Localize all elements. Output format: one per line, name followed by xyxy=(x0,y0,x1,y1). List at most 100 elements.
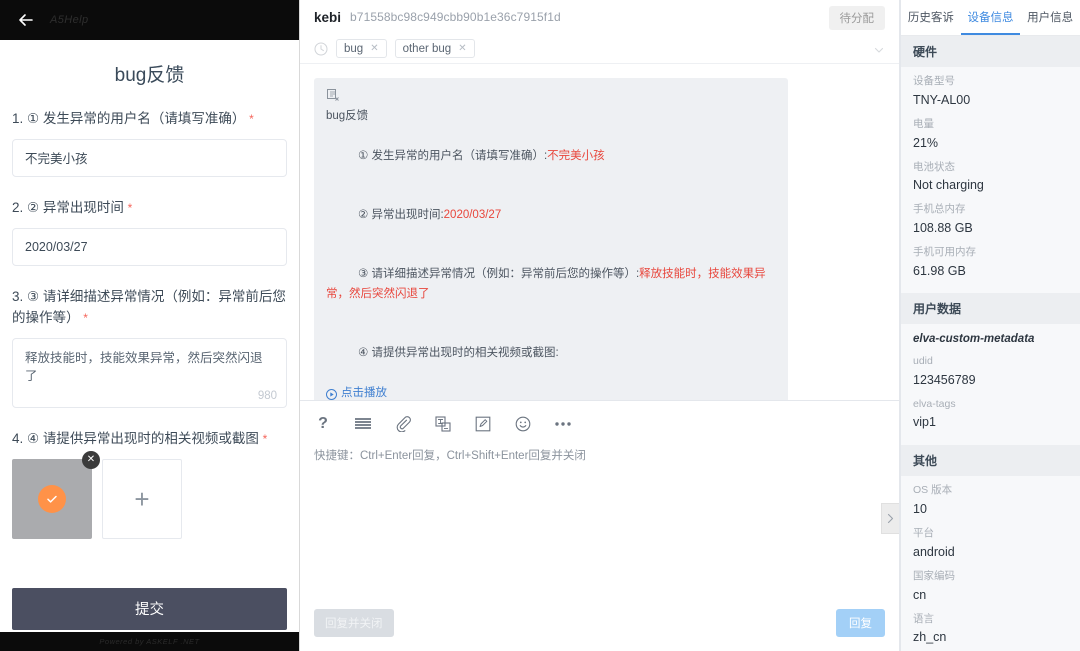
chat-action-buttons: 回复并关闭 回复 xyxy=(300,595,899,651)
remove-media-button[interactable]: ✕ xyxy=(82,450,100,469)
field-total-memory: 手机总内存 108.88 GB xyxy=(901,195,1080,238)
question-4-text: 4. ④ 请提供异常出现时的相关视频或截图 xyxy=(12,430,259,446)
field-language: 语言 zh_cn xyxy=(901,605,1080,648)
section-user-data-title: 用户数据 xyxy=(901,292,1080,324)
reply-textarea[interactable] xyxy=(314,463,885,595)
mobile-footer: Powered by ASKELF .NET xyxy=(0,632,299,651)
mobile-form-panel: A5Help bug反馈 1. ① 发生异常的用户名（请填写准确） * 2. ②… xyxy=(0,0,300,651)
play-media-link[interactable]: 点击播放 xyxy=(326,384,387,400)
field-os-version-key: OS 版本 xyxy=(913,484,953,497)
description-textarea[interactable]: 释放技能时，技能效果异常，然后突然闪退了 xyxy=(12,337,287,408)
emoji-icon[interactable] xyxy=(514,415,532,433)
field-battery-level-key: 电量 xyxy=(913,117,934,130)
field-udid: udid 123456789 xyxy=(901,347,1080,390)
uploaded-media-thumbnail[interactable]: ✕ xyxy=(12,450,100,539)
field-battery-status-value: Not charging xyxy=(913,178,984,193)
question-1-label: 1. ① 发生异常的用户名（请填写准确） * xyxy=(12,109,287,130)
compose-area: ? 快捷键：Ctrl+Enter回复，Ctrl+Shift+Enter回复并关闭 xyxy=(300,400,899,595)
field-available-memory: 手机可用内存 61.98 GB xyxy=(901,238,1080,281)
tab-user-info[interactable]: 用户信息 xyxy=(1020,0,1080,35)
submit-button[interactable]: 提交 xyxy=(12,587,287,630)
field-device-model: 设备型号 TNY-AL00 xyxy=(901,67,1080,110)
tag-chip-bug[interactable]: bug ✕ xyxy=(336,39,387,58)
message-line-1: ① 发生异常的用户名（请填写准确）:不完美小孩 xyxy=(326,127,776,186)
question-3-required: * xyxy=(83,310,88,325)
question-1-text: 1. ① 发生异常的用户名（请填写准确） xyxy=(12,111,246,126)
question-4: 4. ④ 请提供异常出现时的相关视频或截图 * ✕ + xyxy=(12,429,287,539)
field-platform: 平台 android xyxy=(901,519,1080,562)
username-input[interactable] xyxy=(12,138,287,177)
tag-clock-icon xyxy=(314,42,328,56)
field-available-memory-key: 手机可用内存 xyxy=(913,246,976,258)
message-line-4: ④ 请提供异常出现时的相关视频或截图: xyxy=(326,324,776,383)
field-device-model-key: 设备型号 xyxy=(913,75,955,87)
date-input[interactable] xyxy=(12,227,287,266)
field-country-code-key: 国家编码 xyxy=(913,569,955,582)
back-arrow-icon[interactable] xyxy=(16,10,36,30)
field-os-version-value: 10 xyxy=(913,502,927,516)
question-3: 3. ③ 请详细描述异常情况（例如：异常前后您的操作等） * 释放技能时，技能效… xyxy=(12,287,287,408)
upload-success-check-icon xyxy=(38,484,66,513)
play-circle-icon xyxy=(326,388,337,400)
field-platform-key: 平台 xyxy=(913,527,934,539)
description-char-counter: 980 xyxy=(257,389,277,402)
question-3-text: 3. ③ 请详细描述异常情况（例如：异常前后您的操作等） xyxy=(12,288,286,325)
paperclip-icon[interactable] xyxy=(394,415,412,433)
tag-chip-other-bug-label: other bug xyxy=(402,42,452,55)
question-2: 2. ② 异常出现时间 * xyxy=(12,198,287,266)
field-elva-tags-value: vip1 xyxy=(913,415,936,430)
reply-button[interactable]: 回复 xyxy=(836,609,885,637)
panel-collapse-handle[interactable] xyxy=(881,503,899,534)
field-platform-value: android xyxy=(913,544,955,559)
help-icon[interactable]: ? xyxy=(314,415,332,433)
quick-reply-list-icon[interactable] xyxy=(354,415,372,433)
tab-history-complaints[interactable]: 历史客诉 xyxy=(901,0,961,35)
compose-toolbar: ? xyxy=(314,413,885,435)
chevron-down-icon[interactable] xyxy=(873,43,885,61)
reply-and-close-button[interactable]: 回复并关闭 xyxy=(314,609,394,637)
translate-icon[interactable] xyxy=(434,415,452,433)
tag-chip-other-bug[interactable]: other bug ✕ xyxy=(394,39,475,58)
field-device-model-value: TNY-AL00 xyxy=(913,92,971,107)
edit-icon[interactable] xyxy=(474,415,492,433)
question-2-required: * xyxy=(127,200,133,215)
shortcut-hint: 快捷键：Ctrl+Enter回复，Ctrl+Shift+Enter回复并关闭 xyxy=(314,450,586,462)
question-2-text: 2. ② 异常出现时间 xyxy=(12,199,124,215)
help-icon-glyph: ? xyxy=(318,415,328,432)
chat-message-bubble: bug反馈 ① 发生异常的用户名（请填写准确）:不完美小孩 ② 异常出现时间:2… xyxy=(314,78,788,400)
message-line-4-question: ④ 请提供异常出现时的相关视频或截图: xyxy=(357,347,559,360)
chat-panel: kebi b71558bc98c949cbb90b1e36c7915f1d 待分… xyxy=(300,0,900,651)
tag-row: bug ✕ other bug ✕ xyxy=(300,34,899,64)
field-elva-tags: elva-tags vip1 xyxy=(901,390,1080,433)
tag-chip-bug-close-icon[interactable]: ✕ xyxy=(370,43,378,54)
chat-username: kebi xyxy=(314,9,342,25)
add-media-button[interactable]: + xyxy=(102,458,182,539)
field-elva-tags-key: elva-tags xyxy=(913,397,956,410)
field-language-key: 语言 xyxy=(913,612,934,625)
message-line-3-question: ③ 请详细描述异常情况（例如：异常前后您的操作等）: xyxy=(357,268,640,281)
status-badge[interactable]: 待分配 xyxy=(828,6,885,30)
plus-icon: + xyxy=(134,483,150,514)
field-country-code-value: cn xyxy=(913,587,927,602)
question-4-label: 4. ④ 请提供异常出现时的相关视频或截图 * xyxy=(12,429,287,450)
form-message-icon xyxy=(326,88,340,102)
chat-session-id: b71558bc98c949cbb90b1e36c7915f1d xyxy=(350,10,561,24)
play-media-row: 点击播放 xyxy=(326,384,776,400)
chat-header: kebi b71558bc98c949cbb90b1e36c7915f1d 待分… xyxy=(300,0,899,34)
question-3-label: 3. ③ 请详细描述异常情况（例如：异常前后您的操作等） * xyxy=(12,287,287,329)
powered-by-text: Powered by ASKELF .NET xyxy=(99,637,200,646)
message-line-2-question: ② 异常出现时间: xyxy=(357,208,444,221)
field-country-code: 国家编码 cn xyxy=(901,562,1080,605)
description-wrap: 释放技能时，技能效果异常，然后突然闪退了 980 xyxy=(12,337,287,408)
message-line-3: ③ 请详细描述异常情况（例如：异常前后您的操作等）:释放技能时，技能效果异常，然… xyxy=(326,245,776,324)
field-language-value: zh_cn xyxy=(913,630,947,645)
section-other-title: 其他 xyxy=(901,445,1080,477)
tab-device-info[interactable]: 设备信息 xyxy=(960,0,1021,35)
field-total-memory-value: 108.88 GB xyxy=(913,221,973,235)
mobile-header: A5Help xyxy=(0,0,299,40)
tag-chip-other-bug-close-icon[interactable]: ✕ xyxy=(458,43,466,54)
custom-metadata-title: elva-custom-metadata xyxy=(913,332,1035,345)
more-icon[interactable] xyxy=(554,415,572,433)
field-battery-status-key: 电池状态 xyxy=(913,160,955,173)
question-2-label: 2. ② 异常出现时间 * xyxy=(12,198,287,219)
